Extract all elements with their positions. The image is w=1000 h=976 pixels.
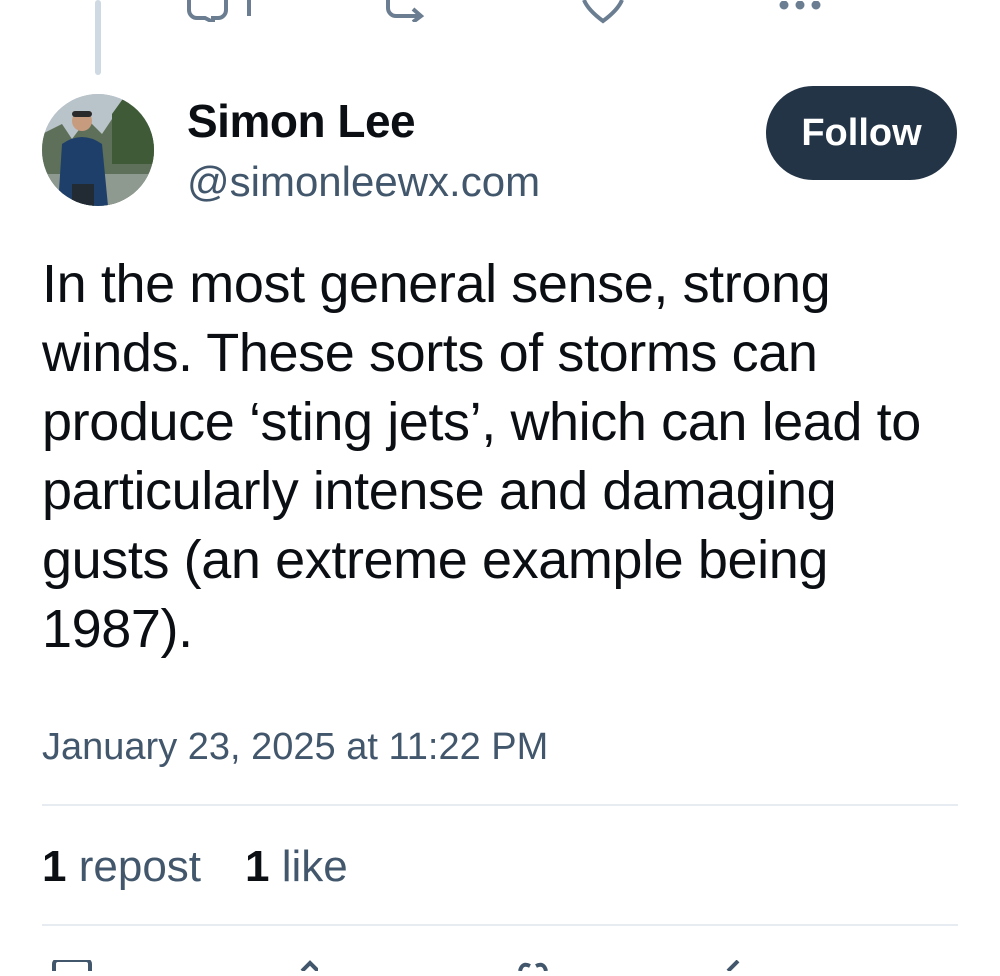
like-icon[interactable] xyxy=(582,0,624,29)
follow-button[interactable]: Follow xyxy=(766,86,957,180)
reply-icon[interactable] xyxy=(52,958,92,976)
reply-icon[interactable] xyxy=(186,0,258,27)
post-stats: 1 repost 1 like xyxy=(42,842,348,892)
thread-line xyxy=(95,0,101,75)
like-count: 1 xyxy=(245,842,270,891)
repost-count: 1 xyxy=(42,842,67,891)
author-name[interactable]: Simon Lee xyxy=(187,94,416,148)
repost-icon[interactable] xyxy=(385,0,425,27)
repost-label: repost xyxy=(78,842,202,891)
post-timestamp: January 23, 2025 at 11:22 PM xyxy=(42,726,549,768)
author-handle[interactable]: @simonleewx.com xyxy=(187,158,540,206)
repost-icon[interactable] xyxy=(298,958,320,976)
like-icon[interactable] xyxy=(518,958,548,976)
like-stat[interactable]: 1 like xyxy=(245,842,348,892)
more-icon[interactable] xyxy=(778,0,826,18)
share-icon[interactable] xyxy=(726,958,740,976)
divider xyxy=(42,804,958,806)
divider xyxy=(42,924,958,926)
post-text: In the most general sense, strong winds.… xyxy=(42,254,921,659)
repost-stat[interactable]: 1 repost xyxy=(42,842,201,892)
avatar[interactable] xyxy=(42,94,154,206)
like-label: like xyxy=(281,842,348,891)
